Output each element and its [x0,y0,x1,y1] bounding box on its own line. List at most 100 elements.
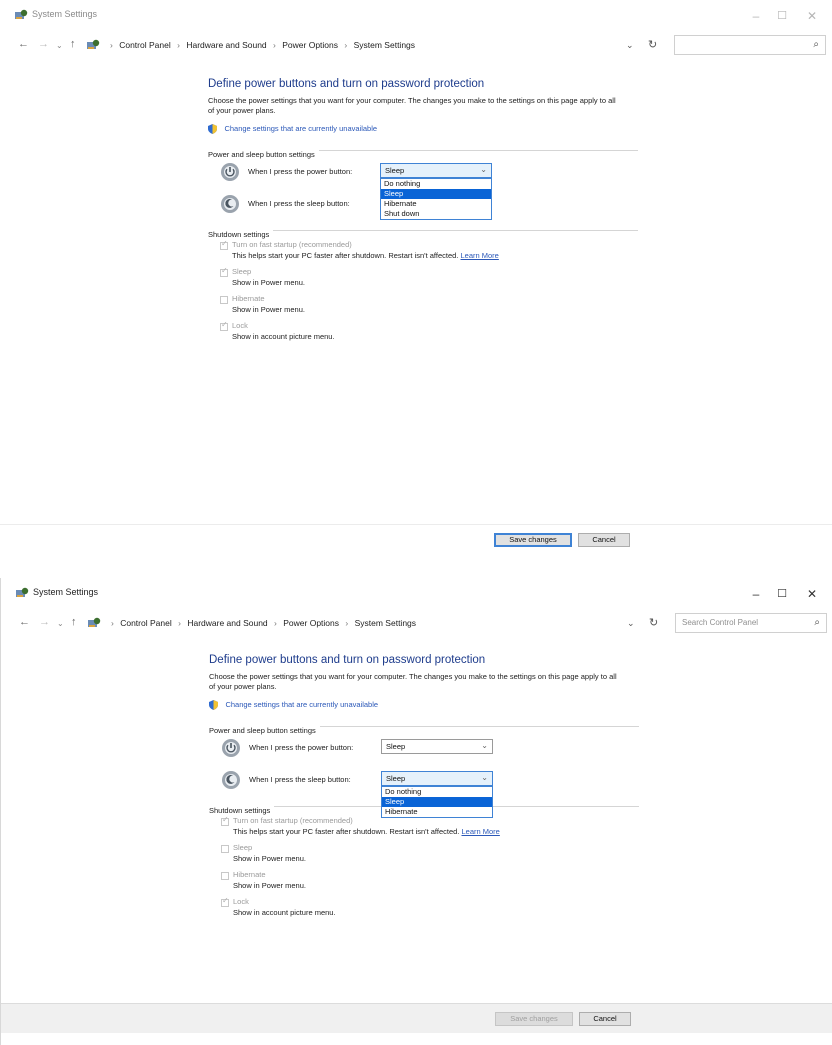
title-bar: System Settings – ☐ ✕ [1,578,832,610]
breadcrumb-power-options[interactable]: Power Options [282,40,338,50]
fast-startup-option: ✓ Turn on fast startup (recommended) Thi… [209,815,629,843]
search-input[interactable]: ⌕ [674,35,826,55]
breadcrumb-system-settings[interactable]: System Settings [354,40,415,50]
recent-locations-icon[interactable]: ⌄ [57,619,64,628]
breadcrumb-control-panel[interactable]: Control Panel [119,40,171,50]
change-settings-row: Change settings that are currently unava… [209,696,629,710]
power-button-setting: When I press the power button: Sleep ⌄ [209,738,629,764]
page-description: Choose the power settings that you want … [209,672,617,691]
sleep-checkbox[interactable] [221,845,229,853]
sleep-button-dropdown: Do nothing Sleep Hibernate [381,786,493,818]
power-button-select[interactable]: Sleep ⌄ [381,739,493,754]
dropdown-option-do-nothing[interactable]: Do nothing [381,179,491,189]
uac-shield-icon [208,123,217,134]
recent-locations-icon[interactable]: ⌄ [56,41,63,50]
breadcrumb: › Control Panel › Hardware and Sound › P… [107,618,416,628]
section-label: Shutdown settings [208,230,274,239]
close-button[interactable]: ✕ [798,584,826,604]
hibernate-desc: Show in Power menu. [232,305,305,314]
lock-desc: Show in account picture menu. [233,908,336,917]
lock-checkbox[interactable]: ✓ [221,896,229,907]
sleep-checkbox[interactable]: ✓ [220,266,228,277]
power-button-icon [222,739,240,757]
breadcrumb-separator: › [273,40,276,50]
breadcrumb-separator: › [111,618,114,628]
sleep-button-icon [222,771,240,789]
sleep-option: ✓ Sleep Show in Power menu. [208,266,628,294]
learn-more-link[interactable]: Learn More [461,251,499,260]
power-button-label: When I press the power button: [248,167,353,176]
sleep-button-icon [221,195,239,213]
dropdown-option-sleep[interactable]: Sleep [381,189,491,199]
screenshot-1: System Settings – ☐ ✕ ← → ⌄ ↑ › Control … [0,0,832,570]
forward-arrow-icon[interactable]: → [39,616,50,628]
hibernate-checkbox[interactable] [220,296,228,304]
chevron-down-icon[interactable]: ⌄ [626,40,634,51]
power-sleep-section-header: Power and sleep button settings [209,720,639,735]
lock-option: ✓ Lock Show in account picture menu. [208,320,628,348]
up-arrow-icon[interactable]: ↑ [70,38,76,50]
maximize-button[interactable]: ☐ [768,6,796,26]
back-arrow-icon[interactable]: ← [18,38,29,50]
forward-arrow-icon[interactable]: → [38,38,49,50]
up-arrow-icon[interactable]: ↑ [71,616,77,628]
select-value: Sleep [386,742,406,751]
dropdown-option-do-nothing[interactable]: Do nothing [382,787,492,797]
back-arrow-icon[interactable]: ← [19,616,30,628]
power-sleep-section-header: Power and sleep button settings [208,144,638,159]
breadcrumb: › Control Panel › Hardware and Sound › P… [106,40,415,50]
lock-checkbox[interactable]: ✓ [220,320,228,331]
close-button[interactable]: ✕ [798,6,826,26]
dropdown-option-sleep[interactable]: Sleep [382,797,492,807]
breadcrumb-control-panel[interactable]: Control Panel [120,618,172,628]
save-changes-button[interactable]: Save changes [494,533,572,547]
learn-more-link[interactable]: Learn More [462,827,500,836]
search-input[interactable]: Search Control Panel ⌕ [675,613,827,633]
window-title: System Settings [32,9,98,19]
minimize-button[interactable]: – [742,6,770,26]
breadcrumb-separator: › [110,40,113,50]
lock-title: Lock [233,897,249,906]
hibernate-title: Hibernate [232,294,265,303]
refresh-icon[interactable]: ↻ [648,38,657,51]
breadcrumb-separator: › [344,40,348,50]
fast-startup-checkbox[interactable]: ✓ [220,239,228,250]
cancel-button[interactable]: Cancel [578,533,630,547]
search-icon[interactable]: ⌕ [814,617,820,628]
sleep-title: Sleep [233,843,253,852]
hibernate-option: Hibernate Show in Power menu. [208,294,628,321]
refresh-icon[interactable]: ↻ [649,616,658,629]
breadcrumb-separator: › [178,618,181,628]
dropdown-option-hibernate[interactable]: Hibernate [382,807,492,817]
sleep-title: Sleep [232,267,252,276]
chevron-down-icon[interactable]: ⌄ [627,618,635,629]
hibernate-checkbox[interactable] [221,872,229,880]
breadcrumb-power-options[interactable]: Power Options [283,618,339,628]
change-settings-link[interactable]: Change settings that are currently unava… [225,700,378,709]
power-button-select[interactable]: Sleep ⌄ [380,163,492,178]
power-button-label: When I press the power button: [249,743,354,752]
sleep-button-select[interactable]: Sleep ⌄ [381,771,493,786]
check-mark-icon: ✓ [222,896,229,905]
breadcrumb-hardware-and-sound[interactable]: Hardware and Sound [186,40,266,50]
lock-desc: Show in account picture menu. [232,332,335,341]
breadcrumb-separator: › [177,40,180,50]
search-icon[interactable]: ⌕ [813,39,819,50]
chevron-down-icon: ⌄ [480,165,487,174]
fast-startup-desc-text: This helps start your PC faster after sh… [232,251,459,260]
fast-startup-checkbox[interactable]: ✓ [221,815,229,826]
breadcrumb-hardware-and-sound[interactable]: Hardware and Sound [187,618,267,628]
minimize-button[interactable]: – [742,584,770,604]
dropdown-option-shut-down[interactable]: Shut down [381,209,491,219]
check-mark-icon: ✓ [221,239,228,248]
breadcrumb-system-settings[interactable]: System Settings [355,618,416,628]
uac-shield-icon [209,699,218,710]
control-panel-icon [87,39,100,49]
change-settings-link[interactable]: Change settings that are currently unava… [224,124,377,133]
cancel-button[interactable]: Cancel [579,1012,631,1026]
lock-title: Lock [232,321,248,330]
maximize-button[interactable]: ☐ [768,584,796,604]
dropdown-option-hibernate[interactable]: Hibernate [381,199,491,209]
check-mark-icon: ✓ [222,815,229,824]
save-changes-button[interactable]: Save changes [495,1012,573,1026]
